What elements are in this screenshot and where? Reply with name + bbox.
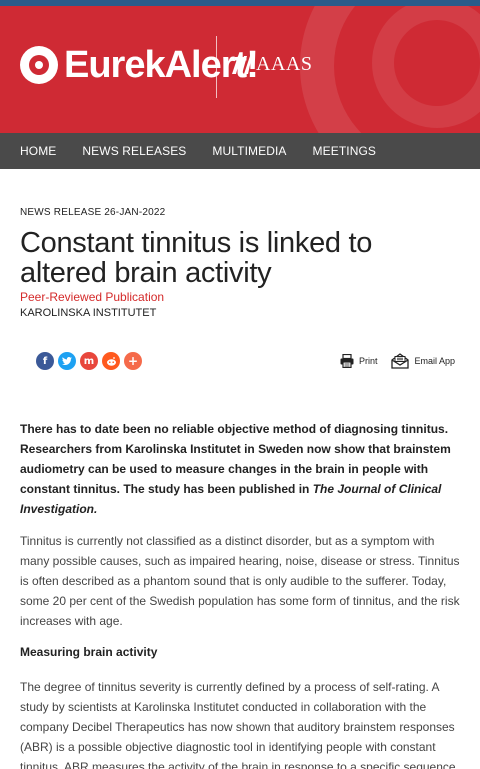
logo-divider bbox=[216, 36, 217, 98]
aaas-text: AAAS bbox=[256, 53, 313, 75]
email-app-label: Email App bbox=[414, 356, 455, 366]
institution-name[interactable]: KAROLINSKA INSTITUTET bbox=[20, 307, 460, 319]
release-date-line: NEWS RELEASE 26-JAN-2022 bbox=[20, 207, 166, 218]
print-button[interactable]: Print bbox=[340, 354, 378, 368]
article: NEWS RELEASE 26-JAN-2022 Constant tinnit… bbox=[0, 207, 480, 769]
publication-type[interactable]: Peer-Reviewed Publication bbox=[20, 290, 460, 304]
aaas-logo[interactable]: AAAS bbox=[232, 53, 312, 76]
aaas-mark-icon bbox=[232, 55, 252, 74]
section-heading: Measuring brain activity bbox=[20, 645, 158, 659]
social-share-buttons: f m + bbox=[36, 352, 146, 370]
nav-meetings[interactable]: MEETINGS bbox=[313, 144, 376, 158]
print-label: Print bbox=[358, 356, 378, 366]
more-share-icon[interactable]: + bbox=[124, 352, 142, 370]
facebook-icon[interactable]: f bbox=[36, 352, 54, 370]
article-paragraph: Tinnitus is currently not classified as … bbox=[20, 534, 460, 628]
nav-home[interactable]: HOME bbox=[20, 144, 56, 158]
article-paragraph: The degree of tinnitus severity is curre… bbox=[20, 680, 456, 769]
reddit-icon[interactable] bbox=[102, 352, 120, 370]
eurekalert-logo[interactable]: EurekAlert! bbox=[20, 44, 259, 86]
site-header: EurekAlert! AAAS bbox=[0, 6, 480, 133]
logo-text: EurekAlert! bbox=[64, 44, 259, 86]
main-nav: HOME NEWS RELEASES MULTIMEDIA MEETINGS bbox=[0, 133, 480, 169]
nav-multimedia[interactable]: MULTIMEDIA bbox=[212, 144, 286, 158]
email-app-button[interactable]: Email App bbox=[391, 353, 455, 369]
twitter-icon[interactable] bbox=[58, 352, 76, 370]
nav-news-releases[interactable]: NEWS RELEASES bbox=[82, 144, 186, 158]
article-tools: Print Email App bbox=[326, 353, 455, 369]
envelope-icon bbox=[391, 353, 410, 369]
article-title: Constant tinnitus is linked to altered b… bbox=[20, 227, 373, 289]
article-lead: There has to date been no reliable objec… bbox=[20, 419, 460, 519]
mix-icon[interactable]: m bbox=[80, 352, 98, 370]
share-toolbar: f m + Print Email App bbox=[20, 349, 460, 373]
eurekalert-logo-icon bbox=[20, 46, 58, 84]
printer-icon bbox=[340, 354, 354, 368]
